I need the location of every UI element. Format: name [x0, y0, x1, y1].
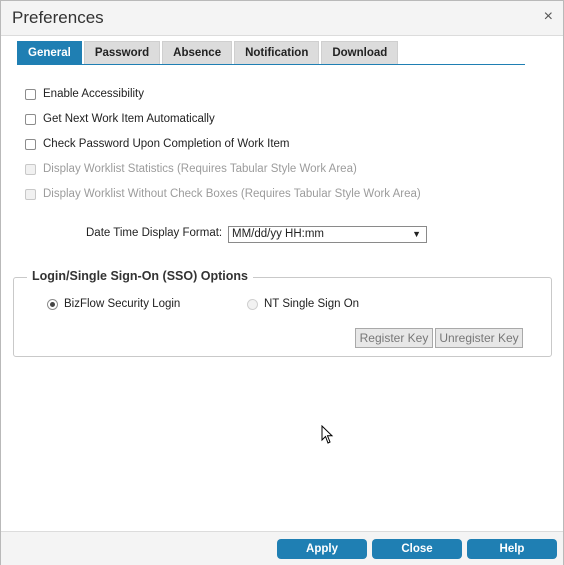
help-button[interactable]: Help: [467, 539, 557, 559]
option-worklist-no-checkboxes: Display Worklist Without Check Boxes (Re…: [25, 188, 421, 200]
radio-button: [247, 298, 258, 310]
option-label: Enable Accessibility: [43, 88, 144, 100]
close-button[interactable]: Close: [372, 539, 462, 559]
apply-button[interactable]: Apply: [277, 539, 367, 559]
option-get-next-work-item[interactable]: Get Next Work Item Automatically: [25, 113, 215, 125]
date-format-select[interactable]: MM/dd/yy HH:mm ▼: [228, 226, 427, 243]
tab-bar: General Password Absence Notification Do…: [17, 41, 400, 64]
unregister-key-button: Unregister Key: [435, 328, 523, 348]
preferences-dialog: Preferences × General Password Absence N…: [0, 0, 564, 565]
option-worklist-statistics: Display Worklist Statistics (Requires Ta…: [25, 163, 357, 175]
checkbox[interactable]: [25, 138, 36, 150]
option-label: Display Worklist Without Check Boxes (Re…: [43, 188, 421, 200]
tab-general[interactable]: General: [17, 41, 82, 64]
checkbox: [25, 188, 36, 200]
register-key-button: Register Key: [355, 328, 433, 348]
tab-underline: [17, 64, 525, 65]
checkbox: [25, 163, 36, 175]
checkbox[interactable]: [25, 88, 36, 100]
radio-label: BizFlow Security Login: [64, 298, 181, 310]
checkbox[interactable]: [25, 113, 36, 125]
tab-password[interactable]: Password: [83, 41, 161, 64]
radio-bizflow-login[interactable]: BizFlow Security Login: [47, 298, 180, 310]
date-format-value: MM/dd/yy HH:mm: [232, 228, 324, 240]
chevron-down-icon: ▼: [412, 229, 421, 239]
title-bar: Preferences ×: [1, 1, 563, 36]
close-icon[interactable]: ×: [544, 7, 553, 27]
tab-absence[interactable]: Absence: [162, 41, 233, 64]
tab-download[interactable]: Download: [321, 41, 399, 64]
option-enable-accessibility[interactable]: Enable Accessibility: [25, 88, 144, 100]
option-check-password[interactable]: Check Password Upon Completion of Work I…: [25, 138, 290, 150]
dialog-title: Preferences: [12, 8, 104, 27]
radio-button[interactable]: [47, 298, 58, 310]
radio-nt-sso: NT Single Sign On: [247, 298, 359, 310]
date-format-label: Date Time Display Format:: [86, 227, 223, 239]
mouse-cursor-icon: [321, 425, 334, 444]
radio-label: NT Single Sign On: [264, 298, 360, 310]
option-label: Get Next Work Item Automatically: [43, 113, 215, 125]
sso-legend: Login/Single Sign-On (SSO) Options: [27, 269, 253, 283]
option-label: Check Password Upon Completion of Work I…: [43, 138, 290, 150]
option-label: Display Worklist Statistics (Requires Ta…: [43, 163, 357, 175]
tab-notification[interactable]: Notification: [234, 41, 320, 64]
